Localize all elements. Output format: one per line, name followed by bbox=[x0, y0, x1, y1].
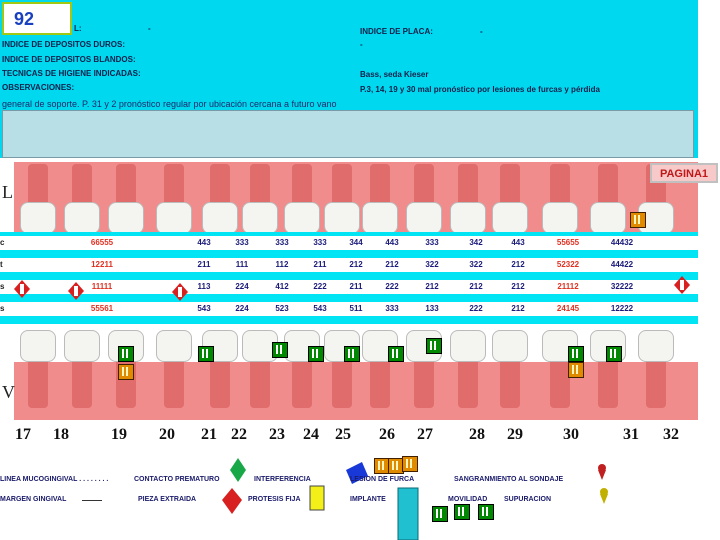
implante-icon bbox=[397, 487, 419, 540]
legend-margen: MARGEN GINGIVAL bbox=[0, 496, 67, 503]
tooth-number: 21 bbox=[201, 426, 217, 443]
mobility-icon bbox=[308, 346, 324, 362]
legend-extraida: PIEZA EXTRAIDA bbox=[138, 496, 197, 503]
tooth-number: 23 bbox=[269, 426, 285, 443]
markers-layer bbox=[14, 276, 690, 540]
legend-protesis: PROTESIS FIJA bbox=[248, 496, 301, 503]
furca-icon-3 bbox=[402, 456, 418, 472]
bleeding-icon bbox=[598, 464, 606, 480]
tooth-number: 25 bbox=[335, 426, 351, 443]
tooth-number: 31 bbox=[623, 426, 639, 443]
protesis-fija-icon bbox=[309, 485, 325, 511]
mobility-icon bbox=[198, 346, 214, 362]
tooth-number: 20 bbox=[159, 426, 175, 443]
furcation-icon bbox=[630, 212, 646, 228]
legend-interferencia: INTERFERENCIA bbox=[254, 476, 311, 483]
movilidad-icon-3 bbox=[478, 504, 494, 520]
legend-mucogingival: LINEA MUCOGINGIVAL . . . . . . . . bbox=[0, 476, 109, 483]
tooth-number: 22 bbox=[231, 426, 247, 443]
furcation-icon bbox=[568, 362, 584, 378]
mobility-icon bbox=[426, 338, 442, 354]
mobility-icon bbox=[118, 346, 134, 362]
tooth-number: 27 bbox=[417, 426, 433, 443]
mobility-icon bbox=[272, 342, 288, 358]
legend-movilidad: MOVILIDAD bbox=[448, 496, 488, 503]
tooth-number: 24 bbox=[303, 426, 319, 443]
tooth-number: 19 bbox=[111, 426, 127, 443]
legend-implante: IMPLANTE bbox=[350, 496, 386, 503]
legend-supuracion: SUPURACION bbox=[504, 496, 552, 503]
mobility-icon bbox=[388, 346, 404, 362]
margen-line-sample bbox=[82, 500, 102, 501]
pieza-extraida-icon bbox=[222, 488, 242, 514]
mobility-icon bbox=[344, 346, 360, 362]
movilidad-icon-2 bbox=[454, 504, 470, 520]
movilidad-icon-1 bbox=[432, 506, 448, 522]
furcation-icon bbox=[118, 364, 134, 380]
mobility-icon bbox=[606, 346, 622, 362]
supuracion-icon bbox=[600, 488, 608, 504]
tooth-number: 26 bbox=[379, 426, 395, 443]
tooth-number: 28 bbox=[469, 426, 485, 443]
extraction-marker bbox=[14, 276, 690, 301]
tooth-number: 30 bbox=[563, 426, 579, 443]
mobility-icon bbox=[568, 346, 584, 362]
tooth-number: 32 bbox=[663, 426, 679, 443]
legend-furca: LESION DE FURCA bbox=[350, 476, 415, 483]
legend-sangrado: SANGRANMIENTO AL SONDAJE bbox=[454, 476, 564, 483]
tooth-number: 29 bbox=[507, 426, 523, 443]
tooth-number: 18 bbox=[53, 426, 69, 443]
contacto-prematuro-icon bbox=[230, 458, 246, 482]
legend-contacto: CONTACTO PREMATURO bbox=[134, 476, 220, 483]
tooth-number: 17 bbox=[15, 426, 31, 443]
